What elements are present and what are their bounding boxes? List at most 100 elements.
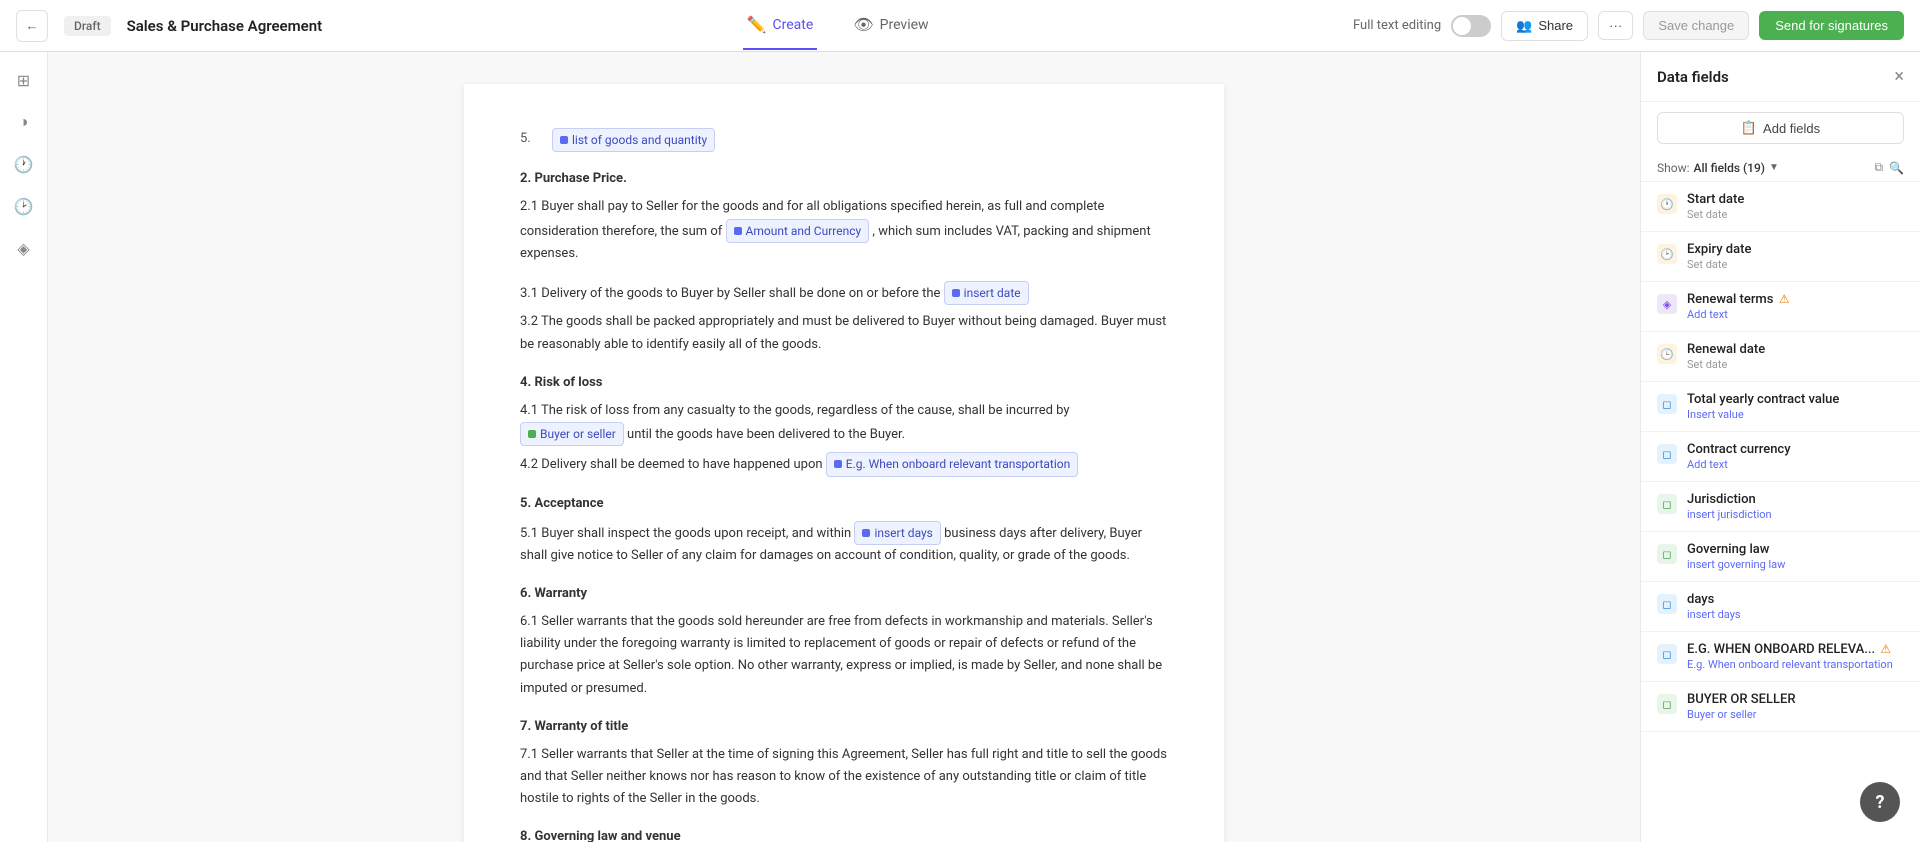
document-area: 5. list of goods and quantity 2. Purchas… bbox=[48, 52, 1640, 842]
show-row: Show: All fields (19) ▼ ⧉ 🔍 bbox=[1641, 154, 1920, 182]
blue-icon-total: ◻ bbox=[1657, 394, 1677, 414]
amount-currency-field[interactable]: Amount and Currency bbox=[726, 219, 870, 243]
field-governing-law-info: Governing law insert governing law bbox=[1687, 542, 1904, 571]
field-total-yearly[interactable]: ◻ Total yearly contract value Insert val… bbox=[1641, 382, 1920, 432]
field-start-date-name: Start date bbox=[1687, 192, 1904, 207]
field-expiry-date[interactable]: 🕑 Expiry date Set date bbox=[1641, 232, 1920, 282]
right-panel: Data fields × 📋 Add fields Show: All fie… bbox=[1640, 52, 1920, 842]
section-6-1: 6.1 Seller warrants that the goods sold … bbox=[520, 611, 1168, 699]
rp-actions: ⧉ 🔍 bbox=[1874, 160, 1904, 175]
add-fields-label: Add fields bbox=[1763, 121, 1820, 136]
dropdown-icon: ▼ bbox=[1769, 162, 1779, 173]
field-governing-law[interactable]: ◻ Governing law insert governing law bbox=[1641, 532, 1920, 582]
field-eg-when[interactable]: ◻ E.G. WHEN ONBOARD RELEVA... ⚠ E.g. Whe… bbox=[1641, 632, 1920, 682]
preview-icon: 👁 bbox=[853, 15, 873, 34]
save-button[interactable]: Save change bbox=[1643, 11, 1749, 40]
s6-1-text: 6.1 Seller warrants that the goods sold … bbox=[520, 614, 1162, 695]
section-5-heading: 5. Acceptance bbox=[520, 493, 1168, 515]
field-start-date-sub: Set date bbox=[1687, 208, 1904, 221]
panel-icon-4[interactable]: 🕑 bbox=[8, 190, 40, 222]
field-renewal-date[interactable]: 🕒 Renewal date Set date bbox=[1641, 332, 1920, 382]
s4-1-after: until the goods have been delivered to t… bbox=[627, 427, 905, 442]
field-buyer-seller-name: BUYER OR SELLER bbox=[1687, 692, 1904, 707]
green-icon-govlaw: ◻ bbox=[1657, 544, 1677, 564]
field-contract-currency[interactable]: ◻ Contract currency Add text bbox=[1641, 432, 1920, 482]
help-icon: ? bbox=[1876, 792, 1885, 813]
field-dot-days bbox=[862, 529, 870, 537]
share-label: Share bbox=[1538, 18, 1573, 33]
full-text-label: Full text editing bbox=[1353, 18, 1441, 33]
field-contract-currency-info: Contract currency Add text bbox=[1687, 442, 1904, 471]
blue-icon-days: ◻ bbox=[1657, 594, 1677, 614]
clock-icon-renewal: 🕒 bbox=[1657, 344, 1677, 364]
section-2-heading: 2. Purchase Price. bbox=[520, 168, 1168, 190]
doc-content: 5. list of goods and quantity 2. Purchas… bbox=[520, 128, 1168, 842]
warning-icon: ⚠ bbox=[1779, 292, 1790, 306]
section-7-heading: 7. Warranty of title bbox=[520, 716, 1168, 738]
field-renewal-date-sub: Set date bbox=[1687, 358, 1904, 371]
field-start-date[interactable]: 🕐 Start date Set date bbox=[1641, 182, 1920, 232]
send-button[interactable]: Send for signatures bbox=[1759, 11, 1904, 40]
field-renewal-date-name: Renewal date bbox=[1687, 342, 1904, 357]
field-expiry-info: Expiry date Set date bbox=[1687, 242, 1904, 271]
field-start-date-info: Start date Set date bbox=[1687, 192, 1904, 221]
field-jurisdiction[interactable]: ◻ Jurisdiction insert jurisdiction bbox=[1641, 482, 1920, 532]
section-8-heading: 8. Governing law and venue bbox=[520, 826, 1168, 842]
section-5-1: 5.1 Buyer shall inspect the goods upon r… bbox=[520, 521, 1168, 567]
blue-icon-eg: ◻ bbox=[1657, 644, 1677, 664]
field-dot-ob bbox=[834, 460, 842, 468]
field-dot-ac bbox=[734, 227, 742, 235]
rp-header: Data fields × bbox=[1641, 52, 1920, 102]
more-button[interactable]: ··· bbox=[1598, 11, 1633, 40]
show-label: Show: All fields (19) ▼ bbox=[1657, 161, 1779, 175]
field-renewal-terms[interactable]: ◈ Renewal terms ⚠ Add text bbox=[1641, 282, 1920, 332]
back-icon: ← bbox=[25, 18, 38, 33]
doc-title: Sales & Purchase Agreement bbox=[127, 17, 323, 35]
add-fields-button[interactable]: 📋 Add fields bbox=[1657, 112, 1904, 144]
field-jurisdiction-sub: insert jurisdiction bbox=[1687, 508, 1904, 521]
insert-days-label: insert days bbox=[874, 523, 932, 543]
toggle-knob bbox=[1453, 17, 1471, 35]
share-button[interactable]: 👥 Share bbox=[1501, 11, 1588, 41]
field-renewal-terms-sub: Add text bbox=[1687, 308, 1904, 321]
full-text-toggle[interactable] bbox=[1451, 15, 1491, 37]
rp-close-button[interactable]: × bbox=[1894, 66, 1904, 87]
insert-days-field[interactable]: insert days bbox=[854, 521, 940, 545]
help-button[interactable]: ? bbox=[1860, 782, 1900, 822]
list-goods-label: list of goods and quantity bbox=[572, 130, 707, 150]
search-icon[interactable]: 🔍 bbox=[1889, 161, 1904, 175]
panel-icon-1[interactable]: ⊞ bbox=[8, 64, 40, 96]
amount-currency-label: Amount and Currency bbox=[746, 221, 862, 241]
section-4-2: 4.2 Delivery shall be deemed to have hap… bbox=[520, 452, 1168, 476]
tab-create[interactable]: ✏️ Create bbox=[743, 1, 818, 50]
panel-icon-5[interactable]: ◈ bbox=[8, 232, 40, 264]
list-num-5: 5. bbox=[520, 128, 544, 150]
panel-icon-2[interactable]: ◑ bbox=[8, 106, 40, 138]
copy-icon[interactable]: ⧉ bbox=[1874, 160, 1883, 175]
field-expiry-sub: Set date bbox=[1687, 258, 1904, 271]
field-eg-when-name: E.G. WHEN ONBOARD RELEVA... ⚠ bbox=[1687, 642, 1904, 657]
onboard-field[interactable]: E.g. When onboard relevant transportatio… bbox=[826, 452, 1078, 476]
field-renewal-date-info: Renewal date Set date bbox=[1687, 342, 1904, 371]
field-days-name: days bbox=[1687, 592, 1904, 607]
s7-1-text: 7.1 Seller warrants that Seller at the t… bbox=[520, 747, 1167, 806]
list-goods-field[interactable]: list of goods and quantity bbox=[552, 128, 715, 152]
field-buyer-seller[interactable]: ◻ BUYER OR SELLER Buyer or seller bbox=[1641, 682, 1920, 732]
field-total-yearly-sub: Insert value bbox=[1687, 408, 1904, 421]
field-dot-date bbox=[952, 289, 960, 297]
topbar: ← Draft Sales & Purchase Agreement ✏️ Cr… bbox=[0, 0, 1920, 52]
field-eg-when-sub: E.g. When onboard relevant transportatio… bbox=[1687, 658, 1904, 671]
tab-preview[interactable]: 👁 Preview bbox=[849, 1, 932, 50]
buyer-seller-field[interactable]: Buyer or seller bbox=[520, 422, 624, 446]
draft-badge: Draft bbox=[64, 16, 111, 36]
insert-date-field[interactable]: insert date bbox=[944, 281, 1029, 305]
field-days[interactable]: ◻ days insert days bbox=[1641, 582, 1920, 632]
section-3-1: 3.1 Delivery of the goods to Buyer by Se… bbox=[520, 281, 1168, 305]
clock-icon: 🕐 bbox=[1657, 194, 1677, 214]
s3-2-text: 3.2 The goods shall be packed appropriat… bbox=[520, 314, 1166, 351]
panel-icon-3[interactable]: 🕐 bbox=[8, 148, 40, 180]
field-jurisdiction-info: Jurisdiction insert jurisdiction bbox=[1687, 492, 1904, 521]
back-button[interactable]: ← bbox=[16, 10, 48, 42]
onboard-label: E.g. When onboard relevant transportatio… bbox=[846, 454, 1070, 474]
diamond-icon: ◈ bbox=[1657, 294, 1677, 314]
